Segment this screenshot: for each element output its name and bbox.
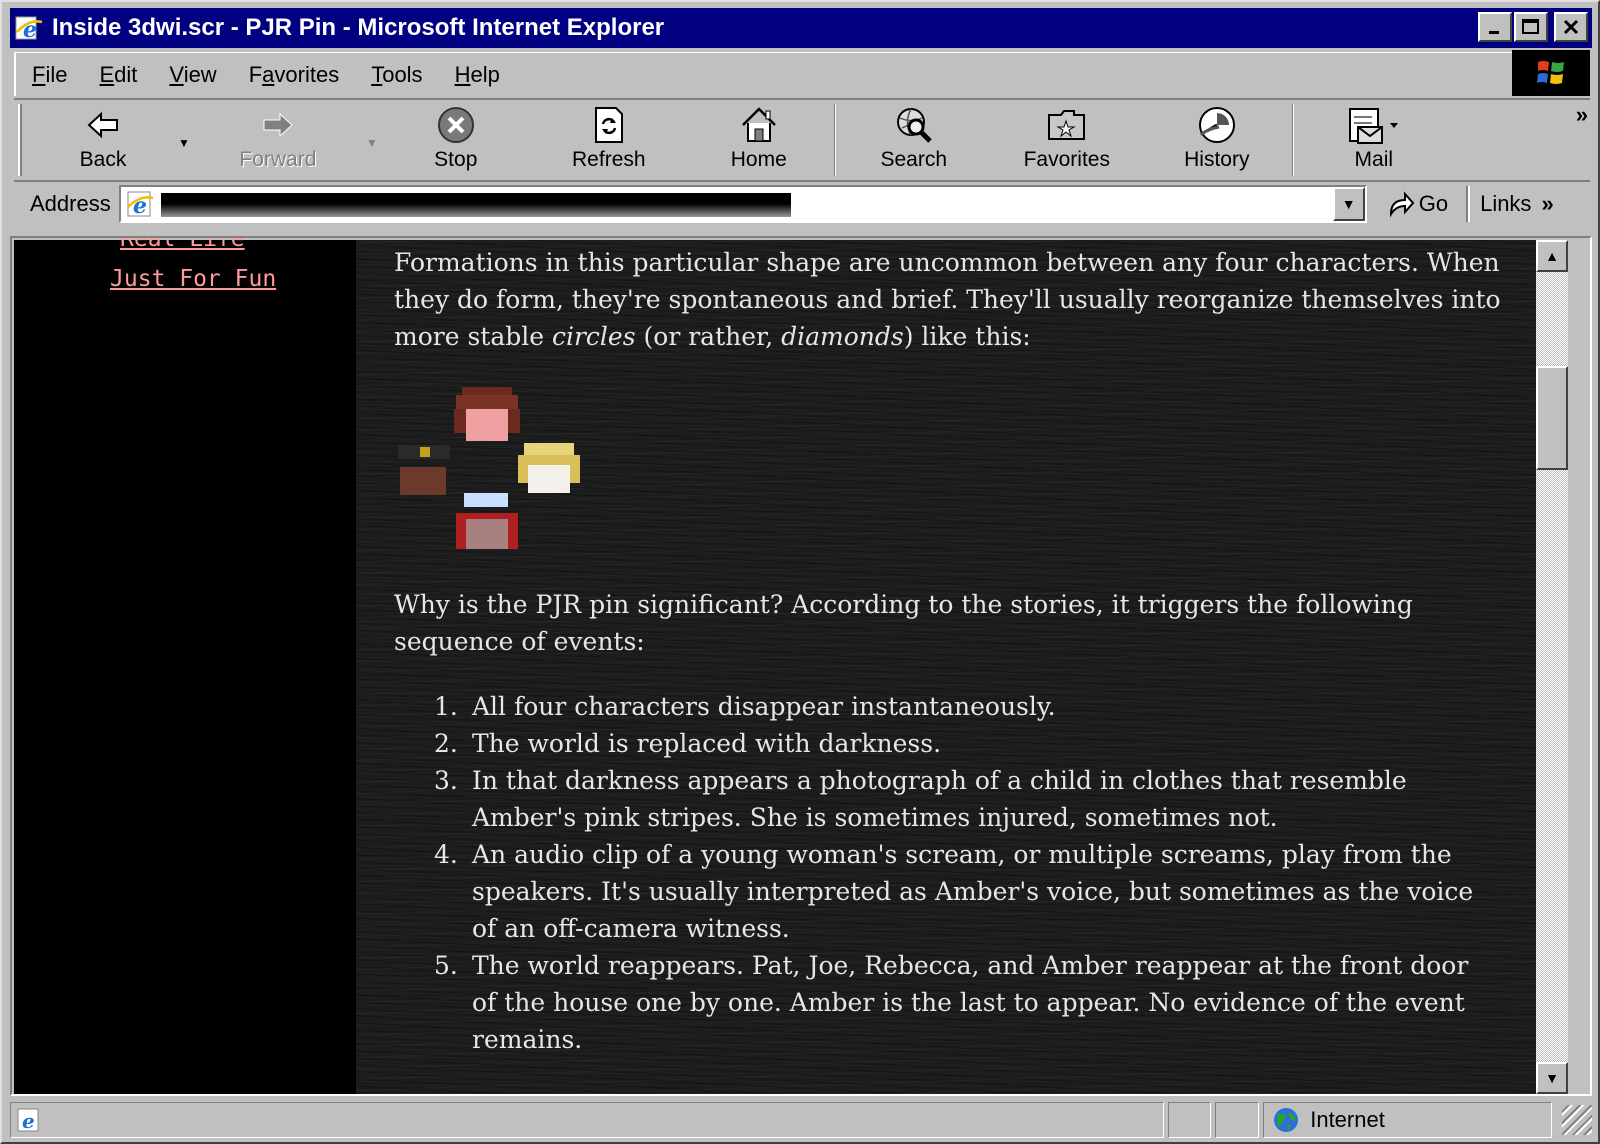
status-pane (1215, 1102, 1260, 1138)
toolbar-grip[interactable] (18, 104, 22, 176)
stop-icon (437, 104, 475, 146)
windows-logo-icon (1512, 50, 1590, 96)
maximize-button[interactable] (1514, 12, 1548, 42)
search-globe-icon (894, 104, 934, 146)
browser-window: e Inside 3dwi.scr - PJR Pin - Microsoft … (0, 0, 1600, 1144)
menu-edit[interactable]: Edit (83, 62, 153, 88)
back-button[interactable]: Back (28, 100, 178, 176)
links-more-chevron[interactable]: » (1541, 191, 1553, 217)
address-dropdown-button[interactable]: ▼ (1332, 187, 1365, 221)
list-item: 4. An audio clip of a young woman's screa… (434, 840, 1474, 943)
address-label: Address (30, 191, 111, 216)
menu-file[interactable]: File (16, 62, 83, 88)
article-content: Formations in this particular shape are … (356, 240, 1536, 1094)
mail-icon (1346, 104, 1402, 146)
forward-dropdown-arrow[interactable]: ▼ (366, 136, 378, 150)
sidebar-link-real-life[interactable]: Real Life (120, 238, 245, 252)
address-redacted-url (160, 193, 791, 217)
refresh-icon (592, 104, 626, 146)
status-bar: e Internet (10, 1100, 1593, 1140)
svg-text:e: e (22, 1109, 35, 1133)
character-rebecca-sprite (456, 493, 518, 549)
sidebar-link-just-for-fun[interactable]: Just For Fun (110, 266, 276, 292)
links-toolbar[interactable]: Links (1480, 191, 1531, 217)
security-zone-pane: Internet (1263, 1102, 1553, 1138)
back-dropdown-arrow[interactable]: ▼ (178, 136, 190, 150)
menu-favorites[interactable]: Favorites (233, 62, 356, 88)
resize-grip[interactable] (1562, 1105, 1593, 1135)
mail-button[interactable]: Mail (1294, 100, 1454, 176)
home-icon (739, 104, 779, 146)
status-pane (1167, 1102, 1212, 1138)
title-bar[interactable]: e Inside 3dwi.scr - PJR Pin - Microsoft … (10, 8, 1592, 48)
menu-view[interactable]: View (153, 62, 232, 88)
history-clock-icon (1197, 104, 1237, 146)
character-amber-sprite (518, 443, 580, 493)
article-paragraph: Formations in this particular shape are … (394, 248, 1501, 351)
list-item: 2. The world is replaced with darkness. (434, 729, 942, 758)
character-joe-sprite (394, 445, 454, 495)
refresh-button[interactable]: Refresh (534, 100, 684, 176)
favorites-button[interactable]: Favorites (992, 100, 1142, 176)
internet-globe-icon (1274, 1108, 1299, 1132)
home-button[interactable]: Home (684, 100, 834, 176)
close-button[interactable] (1554, 12, 1588, 42)
status-text-pane: e (10, 1102, 1164, 1138)
menu-tools[interactable]: Tools (355, 62, 438, 88)
scroll-up-button[interactable]: ▲ (1536, 240, 1568, 272)
address-bar: Address e ▼ Go Links » (14, 180, 1590, 226)
back-arrow-icon (85, 104, 121, 146)
favorites-folder-icon (1046, 104, 1088, 146)
event-sequence-list: 1. All four characters disappear instanta… (434, 688, 1494, 1058)
article-paragraph: Why is the PJR pin significant? Accordin… (394, 590, 1413, 656)
menu-bar: File Edit View Favorites Tools Help (14, 52, 1512, 96)
standard-toolbar: Back ▼ Forward ▼ Stop Refresh Home Searc… (14, 98, 1590, 178)
links-separator (1466, 186, 1471, 222)
go-button[interactable]: Go (1387, 190, 1448, 218)
scroll-thumb[interactable] (1536, 366, 1568, 470)
scroll-down-button[interactable]: ▼ (1536, 1062, 1568, 1094)
page-viewport: Real Life Just For Fun Formations in thi… (10, 236, 1592, 1096)
forward-arrow-icon (260, 104, 296, 146)
window-title: Inside 3dwi.scr - PJR Pin - Microsoft In… (52, 14, 665, 41)
character-pat-sprite (454, 387, 520, 441)
page-ie-icon: e (125, 189, 155, 219)
minimize-button[interactable] (1478, 12, 1512, 42)
forward-button[interactable]: Forward (190, 100, 366, 176)
list-item: 3. In that darkness appears a photograph … (434, 766, 1407, 832)
page-status-icon: e (17, 1108, 39, 1133)
address-input[interactable]: e ▼ (118, 185, 1367, 223)
ie-logo-icon: e (14, 13, 44, 43)
vertical-scrollbar[interactable]: ▲ ▼ (1536, 240, 1568, 1094)
sidebar-nav: Real Life Just For Fun (14, 238, 356, 1094)
list-item: 1. All four characters disappear instanta… (434, 692, 1056, 721)
search-button[interactable]: Search (836, 100, 992, 176)
go-arrow-icon (1389, 191, 1415, 218)
stop-button[interactable]: Stop (378, 100, 534, 176)
toolbar-more-chevron[interactable]: » (1576, 102, 1588, 128)
menu-help[interactable]: Help (439, 62, 516, 88)
pjr-diamond-formation-image (394, 385, 584, 555)
history-button[interactable]: History (1142, 100, 1292, 176)
list-item: 5. The world reappears. Pat, Joe, Rebecca… (434, 951, 1469, 1054)
